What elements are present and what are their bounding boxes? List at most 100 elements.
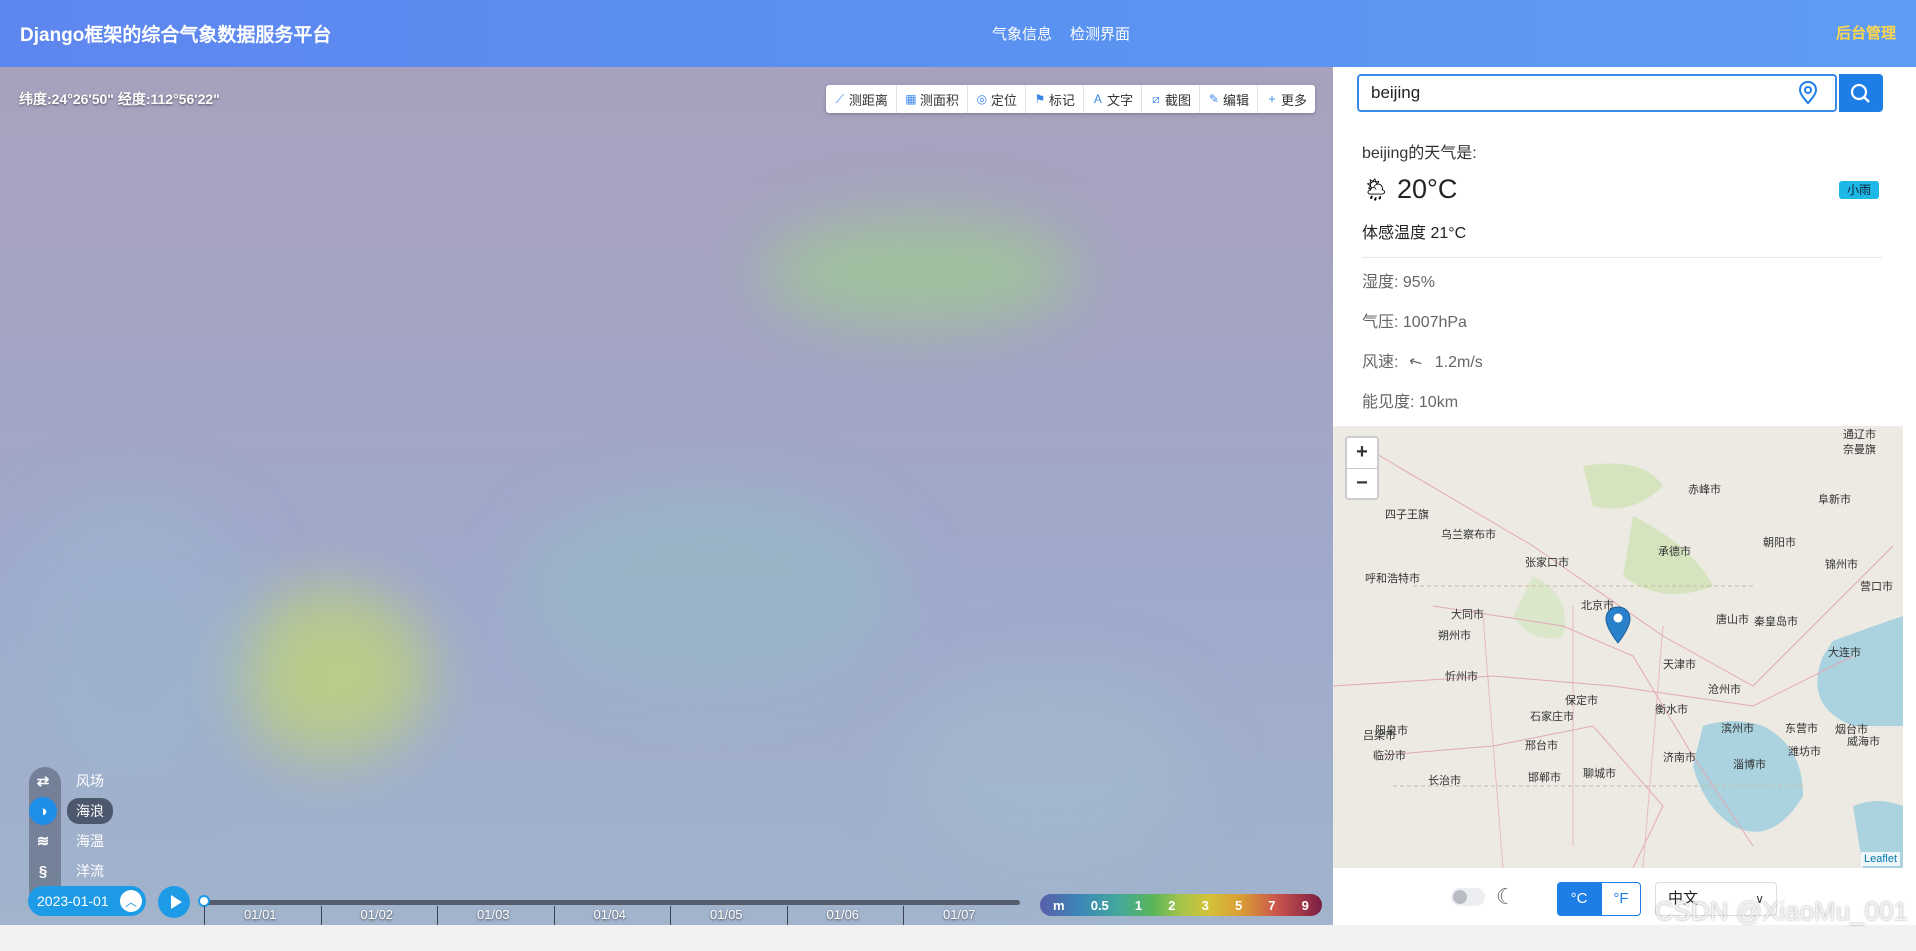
wave-icon: ◑ [29,797,57,825]
rain-cloud-icon: 🌦 [1362,177,1390,202]
map-city-label: 淄博市 [1733,759,1766,771]
timeline-tick-label: 01/04 [593,907,627,922]
coordinate-readout: 纬度:24°26'50" 经度:112°56'22" [19,91,220,107]
timeline-tick [320,906,322,926]
tool-mark[interactable]: ⚑ 标记 [1026,85,1084,113]
layer-current[interactable]: § 洋流 [29,857,113,885]
wind-direction-icon: ↖ [1405,351,1426,374]
timeline-tick [553,906,555,926]
wind-icon: ⇄ [36,773,50,790]
map-city-label: 呼和浩特市 [1365,573,1420,585]
map-marker-icon[interactable] [1605,606,1631,644]
map-city-label: 东营市 [1785,723,1818,735]
map-city-label: 潍坊市 [1788,746,1821,758]
top-header: Django框架的综合气象数据服务平台 气象信息 检测界面 后台管理 [0,0,1916,67]
text-icon: A [1093,92,1102,106]
map-city-label: 张家口市 [1525,557,1569,569]
wave-height-legend: m 0.5 1 2 3 5 7 9 [1040,894,1322,916]
map-city-label: 聊城市 [1583,768,1616,780]
map-city-label: 唐山市 [1716,614,1749,626]
layer-sea-temp[interactable]: ≋ 海温 [29,827,113,855]
map-city-label: 赤峰市 [1688,484,1721,496]
city-search-input[interactable] [1357,74,1837,112]
zoom-in-button[interactable]: + [1347,438,1377,469]
weather-map[interactable]: 纬度:24°26'50" 经度:112°56'22" ⟋ 测距离 ▦ 测面积 ◎ 定位… [0,67,1333,925]
wind-speed: 风速: ↖ 1.2m/s [1362,351,1483,374]
pressure: 气压: 1007hPa [1362,314,1467,331]
tool-measure-distance[interactable]: ⟋ 测距离 [826,85,897,113]
tool-measure-area[interactable]: ▦ 测面积 [897,85,968,113]
map-city-label: 朔州市 [1438,630,1471,642]
admin-link[interactable]: 后台管理 [1836,22,1896,43]
map-city-label: 大同市 [1451,609,1484,621]
feels-like: 体感温度 21°C [1362,225,1467,242]
current-icon: § [38,862,48,880]
map-city-label: 衡水市 [1655,704,1688,716]
map-city-label: 大连市 [1828,647,1861,659]
timeline-tick [786,906,788,926]
map-city-label: 吕梁市 [1363,730,1396,742]
map-wave-field [230,587,430,757]
timeline-tick [670,906,671,926]
map-city-label: 威海市 [1847,736,1880,748]
nav-monitoring[interactable]: 检测界面 [1070,23,1130,44]
map-wave-field [0,487,260,787]
timeline-slider[interactable] [198,895,1020,907]
map-wave-field [520,487,900,687]
divider [1362,257,1882,258]
location-minimap[interactable]: + − 通辽市 奈曼旗 赤峰市 阜新市 四子王旗 乌兰察布市 张家口市 承德市 朝阳市 锦州市 营口… [1333,426,1903,868]
map-city-label: 邢台市 [1525,740,1558,752]
timeline-tick-label: 01/07 [943,907,976,922]
location-pin-icon[interactable] [1797,80,1819,106]
area-icon: ▦ [905,92,917,106]
map-city-label: 奈曼旗 [1843,444,1876,456]
map-city-label: 临汾市 [1373,750,1406,762]
current-temperature: 20°C [1397,174,1458,204]
play-button[interactable] [158,886,190,918]
map-city-label: 忻州市 [1445,671,1478,683]
chevron-up-icon: ︿ [120,890,142,912]
nav-weather-info[interactable]: 气象信息 [992,23,1052,44]
search-icon [1850,83,1870,103]
map-city-label: 四子王旗 [1385,509,1429,521]
map-attribution[interactable]: Leaflet [1860,852,1900,866]
map-city-label: 济南市 [1663,752,1696,764]
flag-icon: ⚑ [1034,92,1046,106]
layer-wave[interactable]: ◑ 海浪 [29,797,113,825]
map-city-label: 邯郸市 [1528,772,1561,784]
tool-more[interactable]: + 更多 [1258,85,1315,113]
locate-icon: ◎ [976,92,988,106]
map-city-label: 乌兰察布市 [1441,529,1496,541]
tool-edit[interactable]: ✎ 编辑 [1200,85,1258,113]
tool-text[interactable]: A 文字 [1084,85,1142,113]
celsius-button[interactable]: °C [1557,882,1601,916]
edit-icon: ✎ [1208,92,1219,106]
moon-icon: ☾ [1496,884,1516,909]
timeline-tick-label: 01/06 [826,907,860,922]
search-button[interactable] [1839,74,1883,112]
map-toolbar: ⟋ 测距离 ▦ 测面积 ◎ 定位 ⚑ 标记 A 文字 ⧄ 截图 ✎ 编辑 + 更多 [825,85,1315,113]
ruler-icon: ⟋ [835,92,845,106]
screenshot-icon: ⧄ [1152,92,1160,106]
map-city-label: 阜新市 [1818,494,1851,506]
map-wave-field [900,667,1200,867]
weather-heading: beijing的天气是: [1362,145,1477,162]
map-city-label: 保定市 [1565,695,1598,707]
fahrenheit-button[interactable]: °F [1601,882,1641,916]
layer-wind[interactable]: ⇄ 风场 [29,767,113,795]
zoom-control: + − [1345,436,1379,500]
visibility: 能见度: 10km [1362,394,1459,411]
timeline-tick-label: 01/01 [244,907,277,922]
tool-locate[interactable]: ◎ 定位 [968,85,1026,113]
timeline-tick-label: 01/05 [710,907,743,922]
map-city-label: 天津市 [1663,659,1696,671]
tool-screenshot[interactable]: ⧄ 截图 [1142,85,1200,113]
timeline-tick [204,906,205,926]
date-picker[interactable]: 2023-01-01 ︿ [28,886,146,916]
timeline-tick [437,906,438,926]
map-city-label: 朝阳市 [1763,537,1796,549]
zoom-out-button[interactable]: − [1347,469,1377,499]
app-title: Django框架的综合气象数据服务平台 [20,25,332,46]
dark-mode-toggle[interactable] [1451,888,1485,906]
map-wave-field [760,217,1080,327]
